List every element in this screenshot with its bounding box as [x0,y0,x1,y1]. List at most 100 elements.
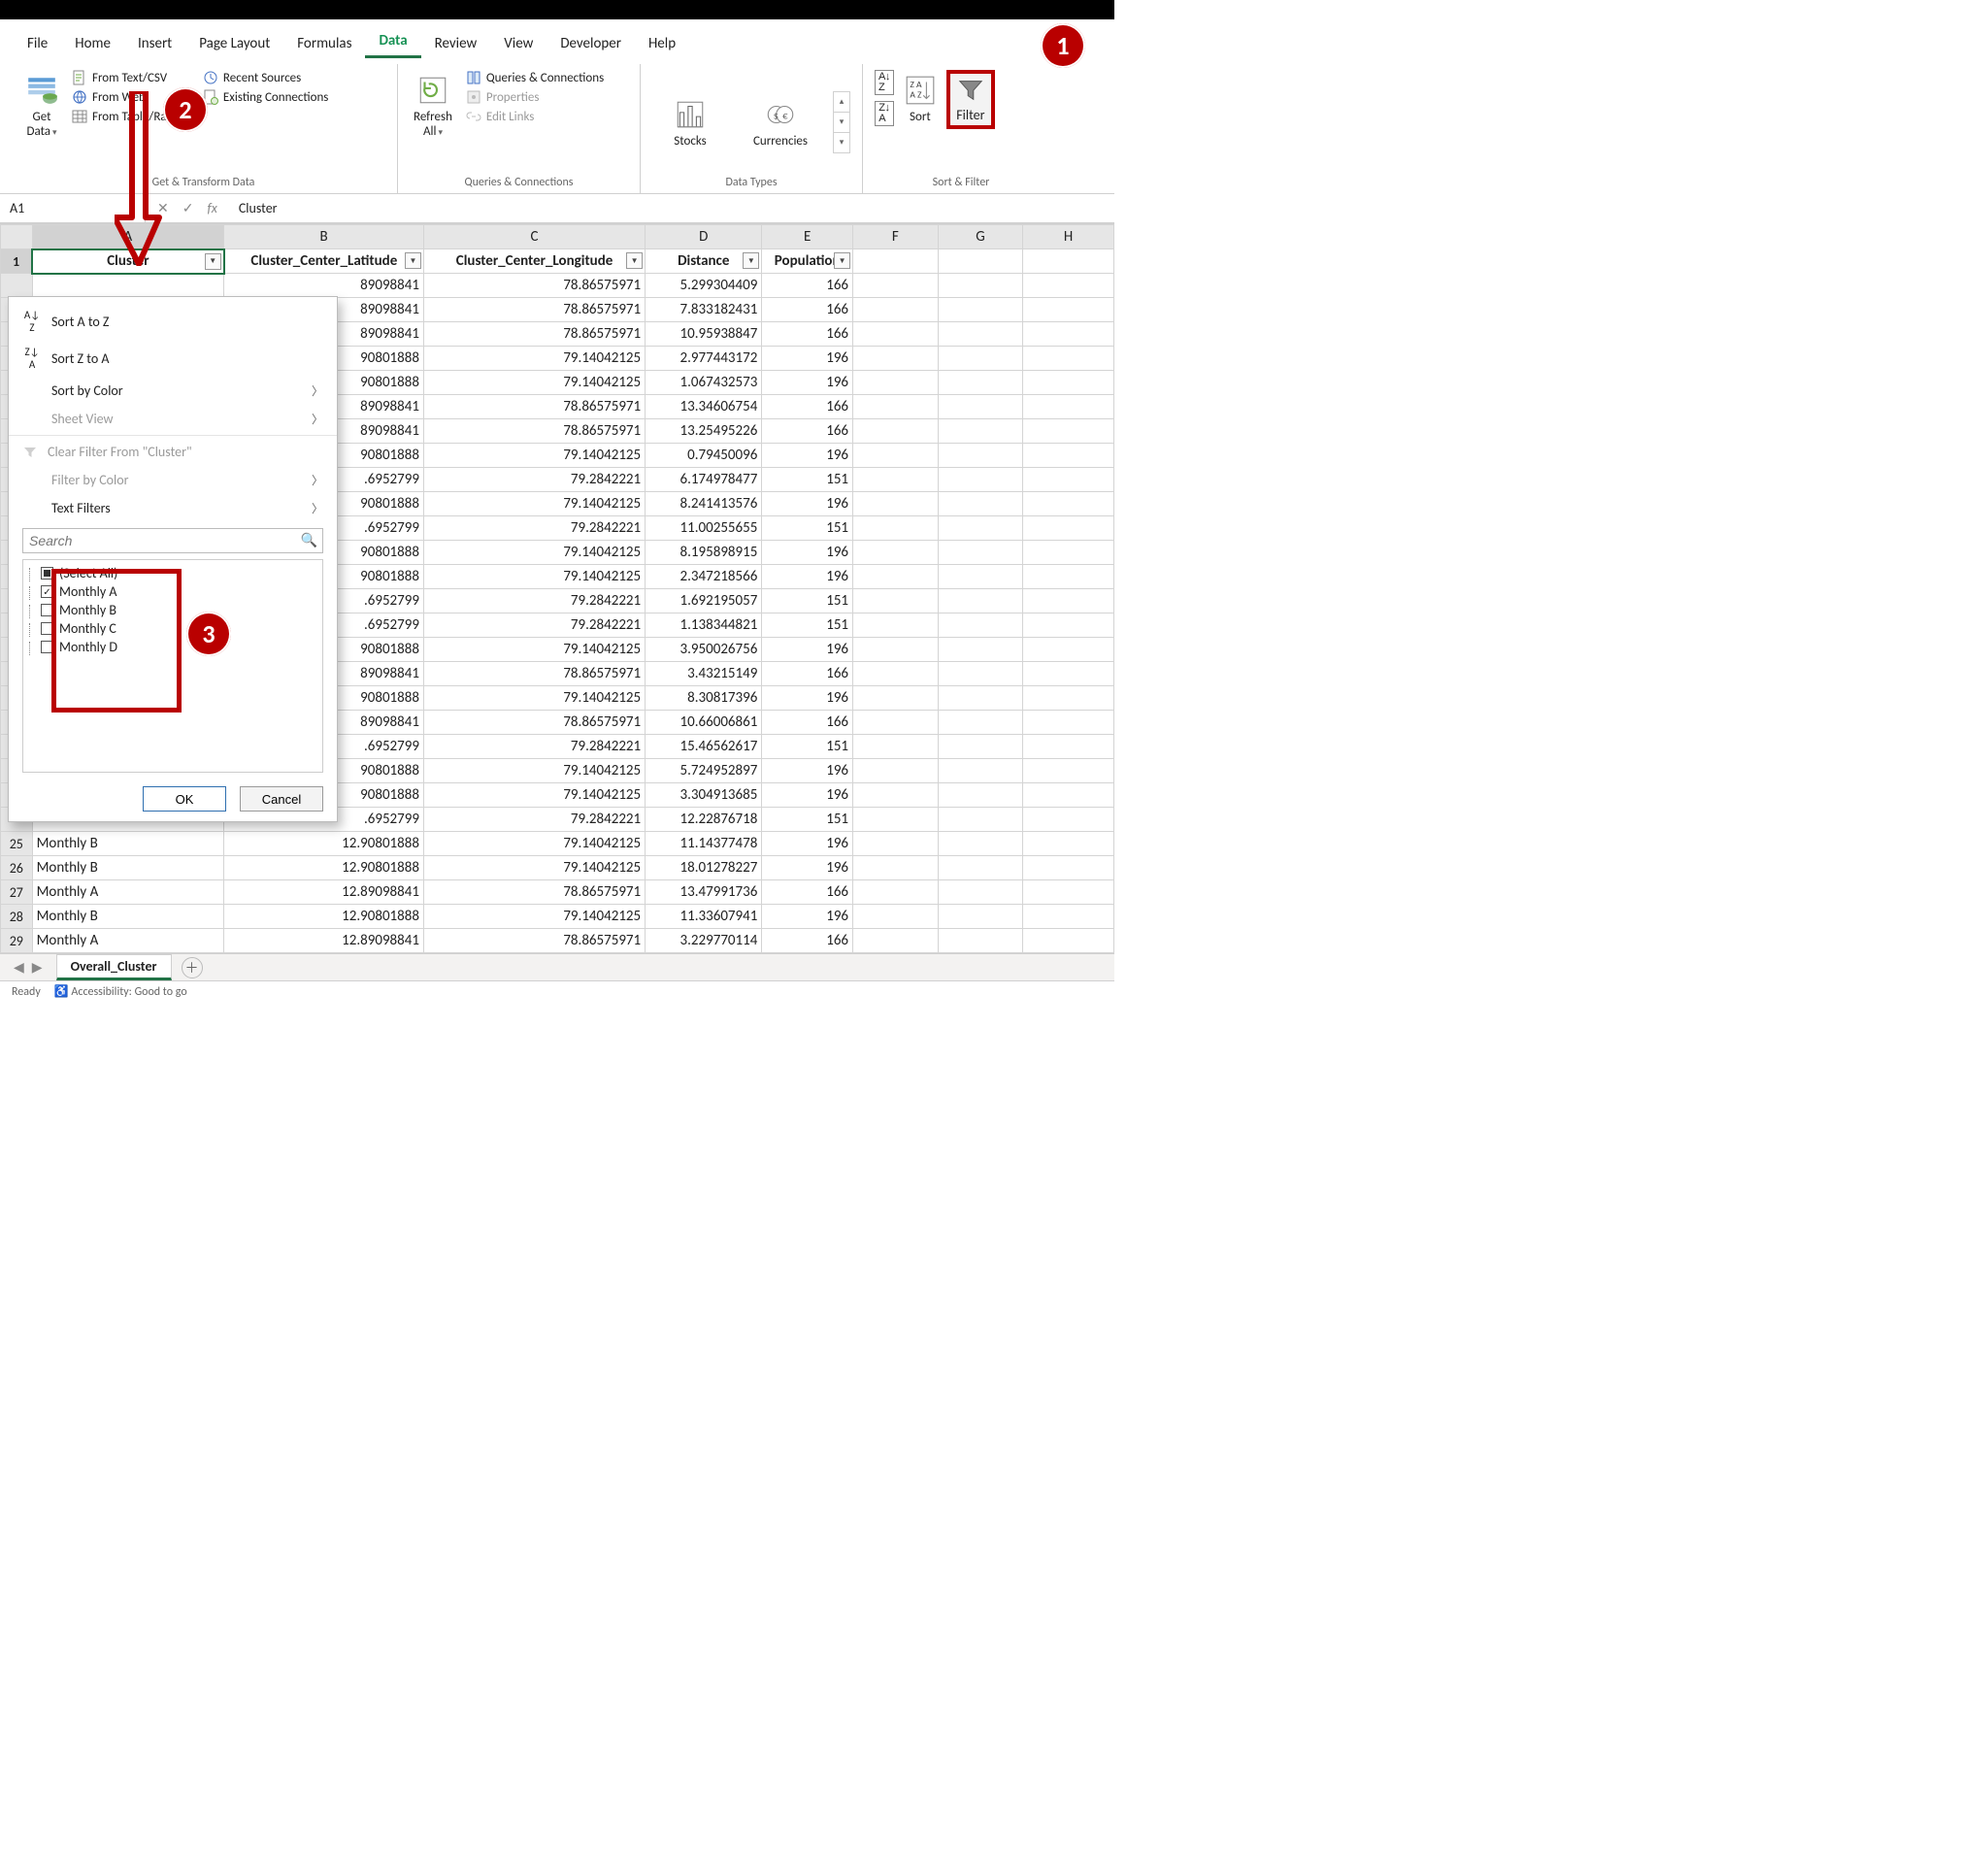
cell[interactable] [1023,468,1114,492]
gallery-more[interactable]: ▾ [834,133,849,152]
cell[interactable] [853,686,939,711]
cell[interactable]: 79.2842221 [423,735,645,759]
cell[interactable] [938,613,1023,638]
cell[interactable] [1023,662,1114,686]
col-header-F[interactable]: F [853,225,939,249]
tab-data[interactable]: Data [365,28,420,58]
cell[interactable] [1023,516,1114,541]
sheet-prev-icon[interactable]: ◀ [14,959,24,976]
cell[interactable]: 79.2842221 [423,516,645,541]
cell[interactable]: 79.14042125 [423,371,645,395]
cell[interactable] [1023,783,1114,808]
cell[interactable] [853,371,939,395]
cell[interactable] [938,832,1023,856]
cell[interactable] [1023,832,1114,856]
sheet-tab-active[interactable]: Overall_Cluster [56,954,172,980]
cell[interactable]: 79.2842221 [423,613,645,638]
cell[interactable]: 13.47991736 [646,880,762,905]
cell[interactable] [938,929,1023,953]
cell[interactable]: 196 [762,905,853,929]
col-header-C[interactable]: C [423,225,645,249]
filter-dropdown-icon[interactable]: ▼ [743,252,759,269]
cell[interactable]: 1.692195057 [646,589,762,613]
cell[interactable]: 5.299304409 [646,274,762,298]
select-all-corner[interactable] [1,225,33,249]
cell[interactable] [1023,444,1114,468]
cell[interactable]: 196 [762,783,853,808]
tab-formulas[interactable]: Formulas [283,31,365,58]
row-header[interactable]: 29 [1,929,33,953]
cell[interactable]: 151 [762,613,853,638]
existing-connections-button[interactable]: Existing Connections [203,89,328,105]
cell[interactable] [938,516,1023,541]
cell[interactable] [853,274,939,298]
cell[interactable] [1023,711,1114,735]
column-title[interactable] [853,249,939,274]
cell[interactable]: 12.89098841 [224,929,424,953]
cell[interactable]: 18.01278227 [646,856,762,880]
cell[interactable] [1023,638,1114,662]
cell[interactable]: 12.89098841 [224,880,424,905]
column-title[interactable]: Cluster_Center_Latitude▼ [224,249,424,274]
row-header[interactable]: 26 [1,856,33,880]
cell[interactable] [938,347,1023,371]
cell[interactable] [1023,419,1114,444]
cell[interactable]: 78.86575971 [423,711,645,735]
filter-search[interactable]: 🔍 [22,528,323,553]
cell[interactable] [853,444,939,468]
cell[interactable] [1023,759,1114,783]
cell[interactable]: 79.2842221 [423,808,645,832]
cell[interactable] [853,783,939,808]
cell[interactable]: Monthly A [32,880,224,905]
cell[interactable]: 79.14042125 [423,347,645,371]
cell[interactable]: 8.30817396 [646,686,762,711]
cell[interactable]: Monthly B [32,905,224,929]
cell[interactable] [853,468,939,492]
cell[interactable]: 3.229770114 [646,929,762,953]
cell[interactable] [938,880,1023,905]
cell[interactable] [938,541,1023,565]
tab-developer[interactable]: Developer [547,31,635,58]
sort-za-button[interactable]: Z↓A [875,101,893,126]
cell[interactable]: 11.00255655 [646,516,762,541]
cell[interactable]: 196 [762,832,853,856]
cell[interactable]: Monthly B [32,832,224,856]
cell[interactable]: 166 [762,880,853,905]
cell[interactable]: 79.14042125 [423,759,645,783]
ok-button[interactable]: OK [143,786,226,812]
get-data-button[interactable]: Get Data▾ [21,70,62,140]
cell[interactable] [1023,808,1114,832]
cell[interactable] [853,565,939,589]
cell[interactable]: 2.347218566 [646,565,762,589]
cell[interactable] [1023,686,1114,711]
cell[interactable] [1023,613,1114,638]
cell[interactable]: 196 [762,759,853,783]
filter-button[interactable]: Filter [946,70,995,129]
row-header[interactable]: 27 [1,880,33,905]
cell[interactable] [1023,565,1114,589]
cell[interactable] [853,492,939,516]
cell[interactable] [938,638,1023,662]
cell[interactable]: 196 [762,638,853,662]
cell[interactable] [1023,395,1114,419]
add-sheet-button[interactable]: ＋ [182,957,203,978]
col-header-B[interactable]: B [224,225,424,249]
cell[interactable]: 196 [762,856,853,880]
cell[interactable] [1023,880,1114,905]
cell[interactable]: 15.46562617 [646,735,762,759]
tab-home[interactable]: Home [61,31,124,58]
from-text-csv-button[interactable]: From Text/CSV [72,70,185,85]
col-header-H[interactable]: H [1023,225,1114,249]
cell[interactable]: Monthly B [32,856,224,880]
sort-az-button[interactable]: A↓Z [875,70,894,95]
tab-file[interactable]: File [14,31,61,58]
cell[interactable] [853,419,939,444]
column-title[interactable]: Cluster_Center_Longitude▼ [423,249,645,274]
cell[interactable] [938,468,1023,492]
filter-dropdown-icon[interactable]: ▼ [626,252,643,269]
cell[interactable] [938,735,1023,759]
cell[interactable]: 10.95938847 [646,322,762,347]
cell[interactable] [853,832,939,856]
cell[interactable] [938,395,1023,419]
cell[interactable]: 3.304913685 [646,783,762,808]
